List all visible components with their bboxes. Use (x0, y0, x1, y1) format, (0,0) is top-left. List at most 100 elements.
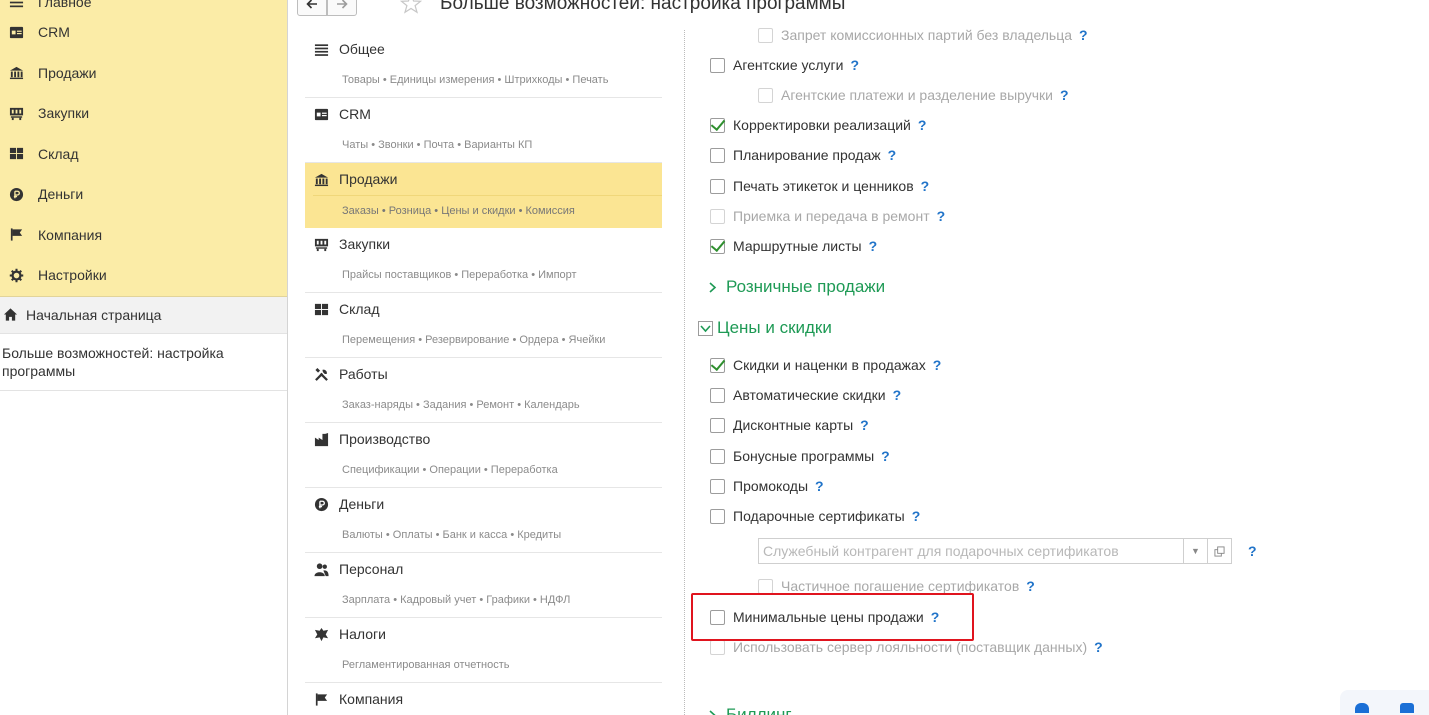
checkbox[interactable] (710, 178, 725, 194)
help-icon[interactable]: ? (912, 508, 921, 524)
option-discount-cards[interactable]: Дисконтные карты ? (710, 417, 869, 433)
service-counterparty-field[interactable]: Служебный контрагент для подарочных серт… (758, 538, 1232, 564)
section-subtitle: Прайсы поставщиков • Переработка • Импор… (342, 269, 577, 281)
checkbox-checked[interactable] (710, 117, 725, 133)
highlight-annotation (691, 593, 974, 641)
nav-item-label: Компания (38, 226, 103, 243)
service-counterparty-input[interactable]: Служебный контрагент для подарочных серт… (759, 543, 1183, 559)
help-icon[interactable]: ? (1079, 27, 1088, 43)
option-agent-payments[interactable]: Агентские платежи и разделение выручки ? (758, 87, 1069, 103)
section-company[interactable]: Компания (305, 683, 662, 715)
group-retail-sales[interactable]: Розничные продажи (704, 277, 885, 297)
nav-item-money[interactable]: Деньги (0, 174, 287, 215)
nav-item-label: Склад (38, 145, 79, 162)
nav-item-settings[interactable]: Настройки (0, 255, 287, 296)
section-money[interactable]: Деньги Валюты • Оплаты • Банк и касса • … (305, 488, 662, 553)
nav-item-purchases[interactable]: Закупки (0, 93, 287, 134)
section-personnel[interactable]: Персонал Зарплата • Кадровый учет • Граф… (305, 553, 662, 618)
help-icon[interactable]: ? (869, 238, 878, 254)
help-icon[interactable]: ? (850, 57, 859, 73)
nav-item-warehouse[interactable]: Склад (0, 134, 287, 175)
option-label: Маршрутные листы (733, 238, 862, 254)
section-general[interactable]: Общее Товары • Единицы измерения • Штрих… (305, 33, 662, 98)
option-promo-codes[interactable]: Промокоды ? (710, 478, 824, 494)
dropdown-arrow-icon[interactable]: ▼ (1183, 539, 1207, 563)
help-icon[interactable]: ? (1094, 639, 1103, 655)
checkbox[interactable] (710, 417, 725, 433)
help-icon[interactable]: ? (921, 178, 930, 194)
checkbox[interactable] (710, 208, 725, 224)
section-title: Общее (339, 41, 385, 57)
help-icon[interactable]: ? (1060, 87, 1069, 103)
checkbox[interactable] (710, 639, 725, 655)
section-subtitle: Заказы • Розница • Цены и скидки • Комис… (313, 195, 662, 225)
help-icon[interactable]: ? (918, 117, 927, 133)
option-sales-planning[interactable]: Планирование продаж ? (710, 147, 896, 163)
section-works[interactable]: Работы Заказ-наряды • Задания • Ремонт •… (305, 358, 662, 423)
help-icon[interactable]: ? (893, 387, 902, 403)
list-icon (313, 41, 329, 57)
checkbox[interactable] (758, 578, 773, 594)
nav-item-company[interactable]: Компания (0, 215, 287, 256)
option-sales-corrections[interactable]: Корректировки реализаций ? (710, 117, 926, 133)
emblem-icon (313, 626, 329, 642)
section-purchases[interactable]: Закупки Прайсы поставщиков • Переработка… (305, 228, 662, 293)
option-label: Автоматические скидки (733, 387, 886, 403)
option-gift-certificates[interactable]: Подарочные сертификаты ? (710, 508, 920, 524)
option-label-printing[interactable]: Печать этикеток и ценников ? (710, 178, 929, 194)
option-label: Корректировки реализаций (733, 117, 911, 133)
checkbox[interactable] (710, 478, 725, 494)
option-loyalty-server[interactable]: Использовать сервер лояльности (поставщи… (710, 639, 1103, 655)
option-route-sheets[interactable]: Маршрутные листы ? (710, 238, 877, 254)
home-page-link[interactable]: Начальная страница (0, 295, 287, 334)
section-sales[interactable]: Продажи Заказы • Розница • Цены и скидки… (305, 163, 662, 228)
help-icon[interactable]: ? (933, 357, 942, 373)
section-warehouse[interactable]: Склад Перемещения • Резервирование • Орд… (305, 293, 662, 358)
bluetooth-icon[interactable] (1355, 703, 1370, 713)
option-label: Запрет комиссионных партий без владельца (781, 27, 1073, 43)
option-no-owner-commission[interactable]: Запрет комиссионных партий без владельца… (758, 27, 1088, 43)
option-discounts-markups[interactable]: Скидки и наценки в продажах ? (710, 357, 941, 373)
option-agent-services[interactable]: Агентские услуги ? (710, 57, 859, 73)
checkbox-checked[interactable] (710, 238, 725, 254)
option-label: Использовать сервер лояльности (поставщи… (733, 639, 1088, 655)
section-title: Компания (339, 691, 404, 707)
open-form-icon[interactable] (1207, 539, 1231, 563)
back-button[interactable] (297, 0, 327, 16)
help-icon[interactable]: ? (815, 478, 824, 494)
group-prices-discounts[interactable]: Цены и скидки (698, 318, 832, 338)
nav-item-label: Деньги (38, 186, 84, 203)
help-icon[interactable]: ? (881, 448, 890, 464)
money-icon (8, 186, 24, 202)
checkbox[interactable] (710, 147, 725, 163)
shield-icon[interactable] (1399, 703, 1414, 713)
option-repair-handover[interactable]: Приемка и передача в ремонт ? (710, 208, 945, 224)
option-label: Дисконтные карты (733, 417, 854, 433)
checkbox[interactable] (758, 27, 773, 43)
help-icon[interactable]: ? (888, 147, 897, 163)
checkbox[interactable] (710, 57, 725, 73)
option-bonus-programs[interactable]: Бонусные программы ? (710, 448, 890, 464)
help-icon[interactable]: ? (1026, 578, 1035, 594)
open-window-item[interactable]: Больше возможностей: настройка программы (0, 333, 287, 391)
help-icon[interactable]: ? (1248, 543, 1257, 559)
help-icon[interactable]: ? (860, 417, 869, 433)
nav-item-crm[interactable]: CRM (0, 12, 287, 53)
favorite-star-icon[interactable] (399, 0, 423, 16)
checkbox-checked[interactable] (710, 357, 725, 373)
checkbox[interactable] (710, 387, 725, 403)
section-production[interactable]: Производство Спецификации • Операции • П… (305, 423, 662, 488)
chevron-right-icon (704, 707, 720, 715)
help-icon[interactable]: ? (937, 208, 946, 224)
forward-button[interactable] (327, 0, 357, 16)
option-partial-redemption[interactable]: Частичное погашение сертификатов ? (758, 578, 1035, 594)
option-auto-discounts[interactable]: Автоматические скидки ? (710, 387, 901, 403)
section-crm[interactable]: CRM Чаты • Звонки • Почта • Варианты КП (305, 98, 662, 163)
checkbox[interactable] (758, 87, 773, 103)
checkbox[interactable] (710, 448, 725, 464)
section-taxes[interactable]: Налоги Регламентированная отчетность (305, 618, 662, 683)
checkbox[interactable] (710, 508, 725, 524)
group-billing[interactable]: Биллинг (704, 705, 792, 715)
nav-item-main[interactable]: Главное (0, 0, 287, 12)
nav-item-sales[interactable]: Продажи (0, 53, 287, 94)
